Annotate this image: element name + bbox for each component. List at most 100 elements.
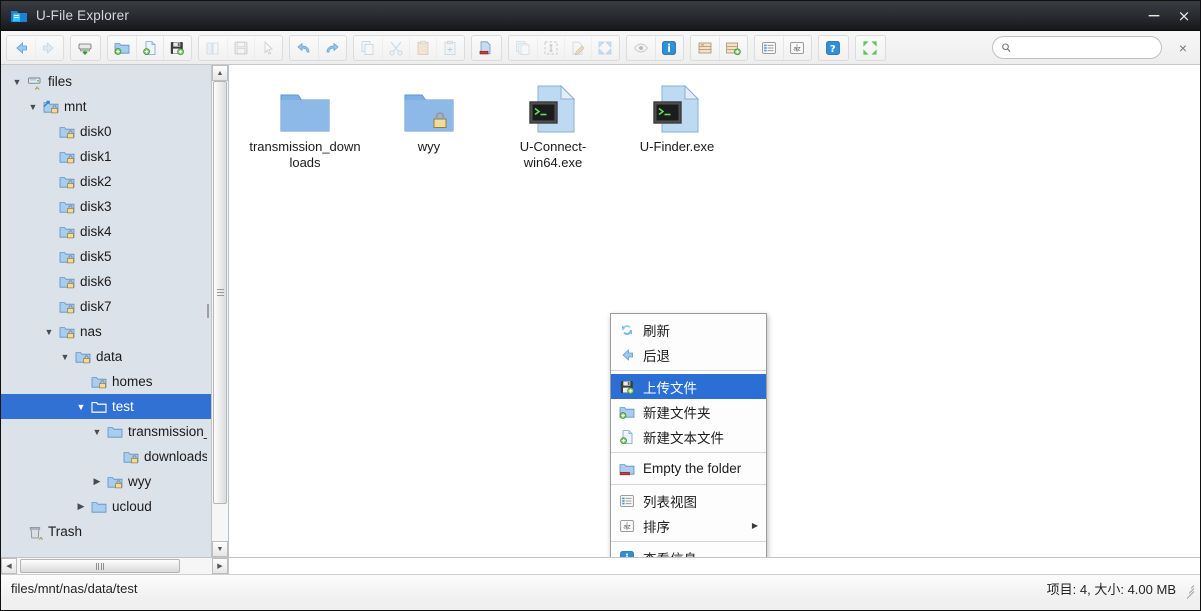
clipboard-sync-icon [442, 40, 458, 56]
chevron-down-icon[interactable]: ▼ [73, 402, 89, 412]
tree-item-disk7[interactable]: disk7 [1, 294, 211, 319]
delete-button[interactable] [473, 36, 500, 60]
tree-item-disk4[interactable]: disk4 [1, 219, 211, 244]
chevron-down-icon[interactable]: ▼ [89, 427, 105, 437]
chevron-down-icon[interactable]: ▼ [9, 77, 25, 87]
rename-pencil-icon [570, 40, 586, 56]
arrow-left-icon [13, 40, 29, 56]
scroll-thumb[interactable] [213, 81, 227, 505]
context-menu-item[interactable]: 列表视图 [611, 488, 766, 513]
undo-button[interactable] [291, 36, 318, 60]
stack-copy-icon [515, 40, 531, 56]
minimize-button[interactable]: − [1146, 7, 1162, 24]
list-view-button[interactable] [756, 36, 783, 60]
tree-item-files[interactable]: ▼ files [1, 69, 211, 94]
tree-item-label: disk4 [80, 224, 112, 239]
window-title: U-File Explorer [36, 8, 130, 23]
context-menu-item[interactable]: Empty the folder [611, 456, 766, 481]
duplicate-button [510, 36, 537, 60]
context-menu[interactable]: 刷新 后退上传文件 新建文件夹 新建文本文件 Empty the folder 列表视图 a… [610, 313, 767, 557]
save-button [227, 35, 254, 60]
tree-item-label: test [112, 399, 134, 414]
close-button[interactable]: × [1176, 8, 1192, 24]
redo-button[interactable] [318, 35, 345, 60]
select-all-icon [543, 40, 559, 56]
tree-item-homes[interactable]: homes [1, 369, 211, 394]
copy-icon [360, 40, 376, 56]
tree-horizontal-scrollbar[interactable]: ◀ ▶ [1, 558, 229, 574]
context-menu-item[interactable]: a z 排序 ▶ [611, 513, 766, 538]
file-item[interactable]: wyy [367, 79, 491, 175]
cursor-arrow-icon [260, 40, 276, 56]
file-item[interactable]: U-Connect-win64.exe [491, 79, 615, 175]
fullscreen-toggle-button[interactable] [857, 36, 884, 60]
upload-button[interactable] [163, 35, 190, 60]
scroll-right-button[interactable]: ▶ [212, 558, 228, 574]
chevron-down-icon[interactable]: ▼ [41, 327, 57, 337]
context-menu-item[interactable]: 后退 [611, 342, 766, 367]
context-menu-item[interactable]: 查看信息 [611, 545, 766, 557]
file-icon-grid: transmission_downloads wyy U-Connect-win64… [229, 65, 1200, 175]
new-file-button[interactable] [136, 35, 163, 60]
fullscreen-icon [862, 40, 878, 56]
tree-item-disk2[interactable]: disk2 [1, 169, 211, 194]
floppy-icon [233, 40, 249, 56]
scroll-track[interactable] [212, 81, 228, 541]
tree-item-disk6[interactable]: disk6 [1, 269, 211, 294]
tree-item-disk5[interactable]: disk5 [1, 244, 211, 269]
tree-item-trash[interactable]: Trash [1, 519, 211, 544]
folder-icon [89, 499, 109, 515]
context-menu-item[interactable]: 上传文件 [611, 374, 766, 399]
tree-item-mnt[interactable]: ▼ mnt [1, 94, 211, 119]
chevron-right-icon[interactable]: ▶ [89, 476, 105, 487]
file-item[interactable]: U-Finder.exe [615, 79, 739, 175]
back-button[interactable] [8, 36, 35, 60]
terminal-exe-icon [652, 83, 702, 133]
tree-vertical-scrollbar[interactable]: ▲ ▼ [211, 65, 228, 557]
tree-item-downloads[interactable]: downloads [1, 444, 211, 469]
tree-item-label: data [96, 349, 123, 364]
tree-item-wyy[interactable]: ▶ wyy [1, 469, 211, 494]
folder-lock-icon [57, 124, 77, 140]
chevron-right-icon[interactable]: ▶ [73, 501, 89, 512]
tree-item-test[interactable]: ▼ test [1, 394, 211, 419]
new-folder-button[interactable] [109, 36, 136, 60]
scroll-left-button[interactable]: ◀ [1, 558, 17, 574]
help-button[interactable]: ? [820, 36, 847, 60]
tree-item-disk0[interactable]: disk0 [1, 119, 211, 144]
search-box[interactable] [992, 36, 1162, 59]
chevron-down-icon[interactable]: ▼ [57, 352, 73, 362]
info-icon [617, 550, 637, 557]
context-menu-item[interactable]: 新建文件夹 [611, 399, 766, 424]
context-menu-separator [611, 452, 766, 453]
chevron-down-icon[interactable]: ▼ [25, 102, 41, 112]
file-list-pane[interactable]: transmission_downloads wyy U-Connect-win64… [229, 65, 1200, 557]
refresh-icon [617, 322, 637, 338]
context-menu-item[interactable]: 刷新 [611, 317, 766, 342]
scroll-up-button[interactable]: ▲ [212, 65, 228, 81]
sort-button[interactable]: az [783, 35, 810, 60]
hscroll-filler [229, 558, 1200, 574]
archive-add-button[interactable] [719, 35, 746, 60]
tree-item-nas[interactable]: ▼ nas [1, 319, 211, 344]
download-button[interactable] [72, 36, 99, 60]
info-button[interactable] [655, 35, 682, 60]
search-input[interactable] [1015, 40, 1153, 55]
server-icon [25, 74, 45, 90]
titlebar: U-File Explorer − × [1, 1, 1200, 31]
floppy-add-icon [617, 379, 637, 395]
hscroll-track[interactable] [17, 558, 212, 574]
hscroll-thumb[interactable] [20, 559, 180, 573]
tree-item-transmission-downloads[interactable]: ▼ transmission_downloads [1, 419, 211, 444]
resize-grip[interactable] [1182, 582, 1195, 599]
file-item[interactable]: transmission_downloads [243, 79, 367, 175]
context-menu-separator [611, 484, 766, 485]
archive-button[interactable] [692, 36, 719, 60]
scroll-down-button[interactable]: ▼ [212, 541, 228, 557]
tree-item-data[interactable]: ▼ data [1, 344, 211, 369]
context-menu-item[interactable]: 新建文本文件 [611, 424, 766, 449]
tree-item-disk3[interactable]: disk3 [1, 194, 211, 219]
search-close-button[interactable]: × [1176, 40, 1190, 56]
tree-item-ucloud[interactable]: ▶ ucloud [1, 494, 211, 519]
tree-item-disk1[interactable]: disk1 [1, 144, 211, 169]
